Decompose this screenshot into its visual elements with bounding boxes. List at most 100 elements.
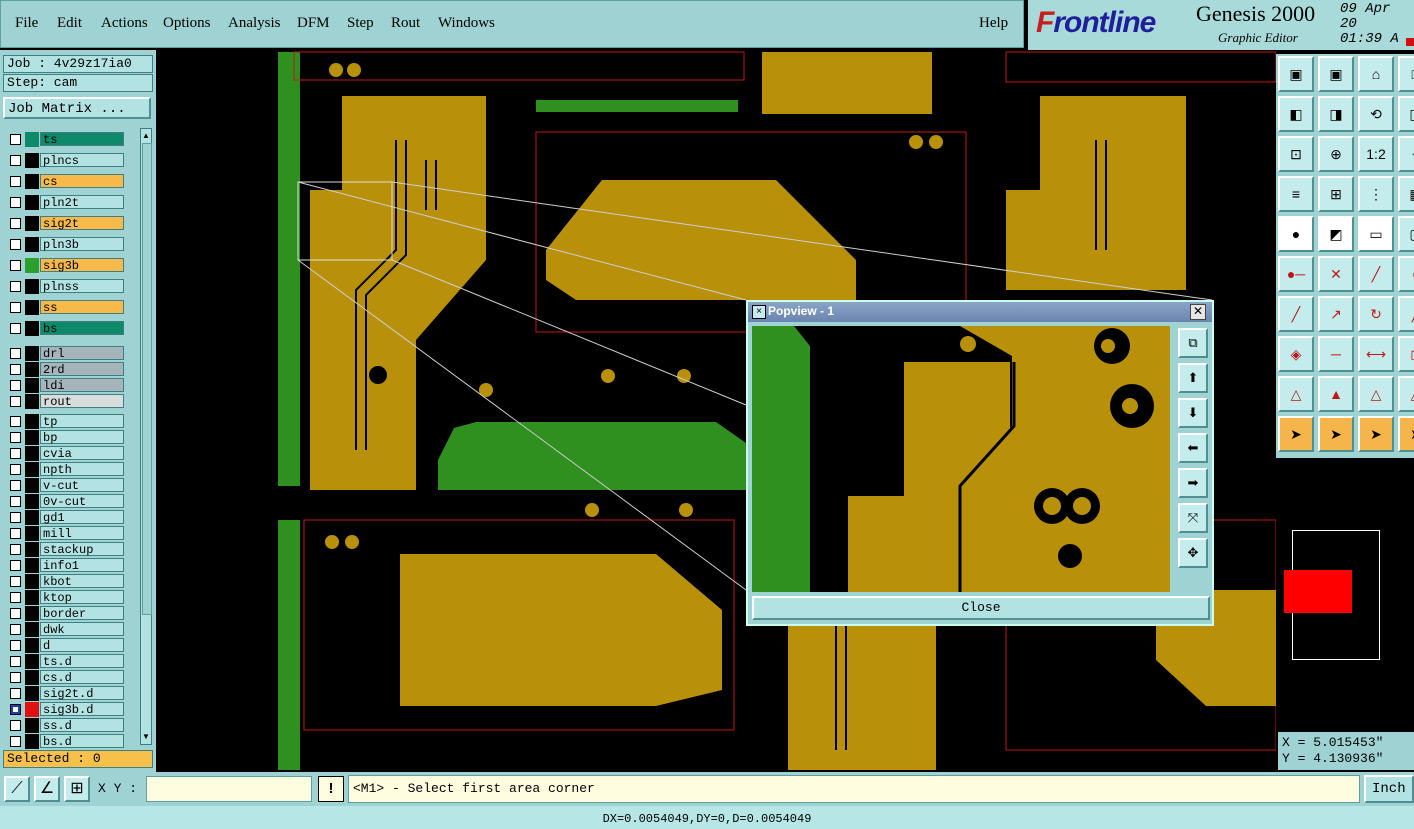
layer-color-swatch[interactable]	[25, 606, 39, 621]
layer-checkbox[interactable]	[10, 608, 21, 619]
layer-row[interactable]: pln3b	[7, 237, 125, 252]
layer-row[interactable]: ktop	[7, 590, 125, 605]
layer-row[interactable]: tp	[7, 414, 125, 429]
layer-checkbox[interactable]	[10, 323, 21, 334]
layer-row[interactable]: ss.d	[7, 718, 125, 733]
layer-name[interactable]: ss.d	[40, 718, 124, 733]
layer-row[interactable]: cs	[7, 174, 125, 189]
home-icon[interactable]: ⌂	[1358, 56, 1394, 92]
layer-checkbox[interactable]	[10, 720, 21, 731]
ruler-icon[interactable]: ▭	[1358, 216, 1394, 252]
menu-actions[interactable]: Actions	[101, 15, 148, 32]
move-left-icon[interactable]: ◧	[1278, 96, 1314, 132]
layer-checkbox[interactable]	[10, 155, 21, 166]
layer-checkbox[interactable]	[10, 560, 21, 571]
overview-panel[interactable]	[1276, 458, 1414, 730]
layer-row[interactable]: bs	[7, 321, 125, 336]
fit-icon[interactable]: ⊡	[1278, 136, 1314, 172]
layer-checkbox[interactable]	[10, 218, 21, 229]
snap-icon[interactable]: ⟋	[4, 776, 30, 802]
cursor-icon[interactable]: ➤	[1278, 416, 1314, 452]
layer-name[interactable]: ss	[40, 300, 124, 315]
layer-row[interactable]: bs.d	[7, 734, 125, 749]
layer-checkbox[interactable]	[10, 624, 21, 635]
node-icon[interactable]: ●─	[1278, 256, 1314, 292]
cursor-round-icon[interactable]: ➤	[1358, 416, 1394, 452]
layer-row[interactable]: stackup	[7, 542, 125, 557]
pv-center-icon[interactable]: ✥	[1178, 538, 1208, 568]
line-icon[interactable]: △	[1398, 376, 1414, 412]
layer-color-swatch[interactable]	[25, 478, 39, 493]
connect-icon[interactable]: ╱	[1358, 256, 1394, 292]
layer-checkbox[interactable]	[10, 688, 21, 699]
pad-icon[interactable]: ◈	[1278, 336, 1314, 372]
layer-row[interactable]: v-cut	[7, 478, 125, 493]
layer-row[interactable]: sig2t	[7, 216, 125, 231]
layer-checkbox[interactable]	[10, 496, 21, 507]
layer-color-swatch[interactable]	[25, 654, 39, 669]
layer-row[interactable]: drl	[7, 346, 125, 361]
zoom-box-icon[interactable]: □	[1398, 56, 1414, 92]
pv-fit-icon[interactable]: ⤧	[1178, 503, 1208, 533]
layer-checkbox[interactable]	[10, 432, 21, 443]
undo-zoom-icon[interactable]: ⟲	[1358, 96, 1394, 132]
alert-icon[interactable]: !	[318, 776, 344, 802]
box-icon[interactable]: ○	[1398, 256, 1414, 292]
popview-canvas[interactable]	[752, 326, 1170, 592]
cursor-box-icon[interactable]: ➤	[1318, 416, 1354, 452]
link-icon[interactable]: ◻	[1398, 336, 1414, 372]
layer-name[interactable]: mill	[40, 526, 124, 541]
layer-color-swatch[interactable]	[25, 394, 39, 409]
layer-checkbox[interactable]	[10, 512, 21, 523]
layer-checkbox[interactable]	[10, 656, 21, 667]
layer-color-swatch[interactable]	[25, 510, 39, 525]
layer-name[interactable]: kbot	[40, 574, 124, 589]
scroll-up-icon[interactable]: ▲	[142, 131, 150, 141]
arch-icon[interactable]: ▲	[1318, 376, 1354, 412]
pv-down-icon[interactable]: ⬇	[1178, 398, 1208, 428]
layer-row[interactable]: border	[7, 606, 125, 621]
layer-color-swatch[interactable]	[25, 446, 39, 461]
layer-checkbox[interactable]	[10, 736, 21, 747]
circle-icon[interactable]: ●	[1278, 216, 1314, 252]
layer-name[interactable]: 0v-cut	[40, 494, 124, 509]
layer-color-swatch[interactable]	[25, 542, 39, 557]
pv-zoom-icon[interactable]: ⧉	[1178, 328, 1208, 358]
measure-icon[interactable]: ⟷	[1358, 336, 1394, 372]
layer-row[interactable]: 0v-cut	[7, 494, 125, 509]
layer-row[interactable]: plncs	[7, 153, 125, 168]
menu-analysis[interactable]: Analysis	[228, 15, 281, 32]
triangle-icon[interactable]: △	[1278, 376, 1314, 412]
layer-row[interactable]: ts.d	[7, 654, 125, 669]
layer-name[interactable]: stackup	[40, 542, 124, 557]
arrow-icon[interactable]: ↗	[1318, 296, 1354, 332]
layer-name[interactable]: ts	[40, 132, 124, 147]
slash-icon[interactable]: ╱	[1278, 296, 1314, 332]
layer-name[interactable]: ts.d	[40, 654, 124, 669]
layer-color-swatch[interactable]	[25, 132, 39, 147]
layer-name[interactable]: dwk	[40, 622, 124, 637]
layer-checkbox[interactable]	[10, 544, 21, 555]
layer-name[interactable]: bs.d	[40, 734, 124, 749]
layer-row[interactable]: gd1	[7, 510, 125, 525]
layer-color-swatch[interactable]	[25, 734, 39, 749]
window-menu-icon[interactable]: ×	[752, 305, 766, 319]
layer-color-swatch[interactable]	[25, 558, 39, 573]
layer-color-swatch[interactable]	[25, 702, 39, 717]
popview-titlebar[interactable]: × Popview - 1 ✕	[748, 302, 1212, 322]
layer-row[interactable]: bp	[7, 430, 125, 445]
layer-checkbox[interactable]	[10, 239, 21, 250]
pan-icon[interactable]: ⌖	[1398, 136, 1414, 172]
layer-name[interactable]: d	[40, 638, 124, 653]
xy-input[interactable]	[146, 776, 312, 802]
layer-color-swatch[interactable]	[25, 638, 39, 653]
menu-edit[interactable]: Edit	[57, 15, 82, 32]
frame-icon[interactable]: ▢	[1398, 216, 1414, 252]
menu-step[interactable]: Step	[347, 15, 374, 32]
layer-color-swatch[interactable]	[25, 300, 39, 315]
layer-row[interactable]: cs.d	[7, 670, 125, 685]
layer-row[interactable]: npth	[7, 462, 125, 477]
layer-list-scrollbar[interactable]: ▲ ▼	[140, 128, 152, 745]
grid-view-icon[interactable]: ⊞	[1318, 176, 1354, 212]
layer-color-swatch[interactable]	[25, 378, 39, 393]
